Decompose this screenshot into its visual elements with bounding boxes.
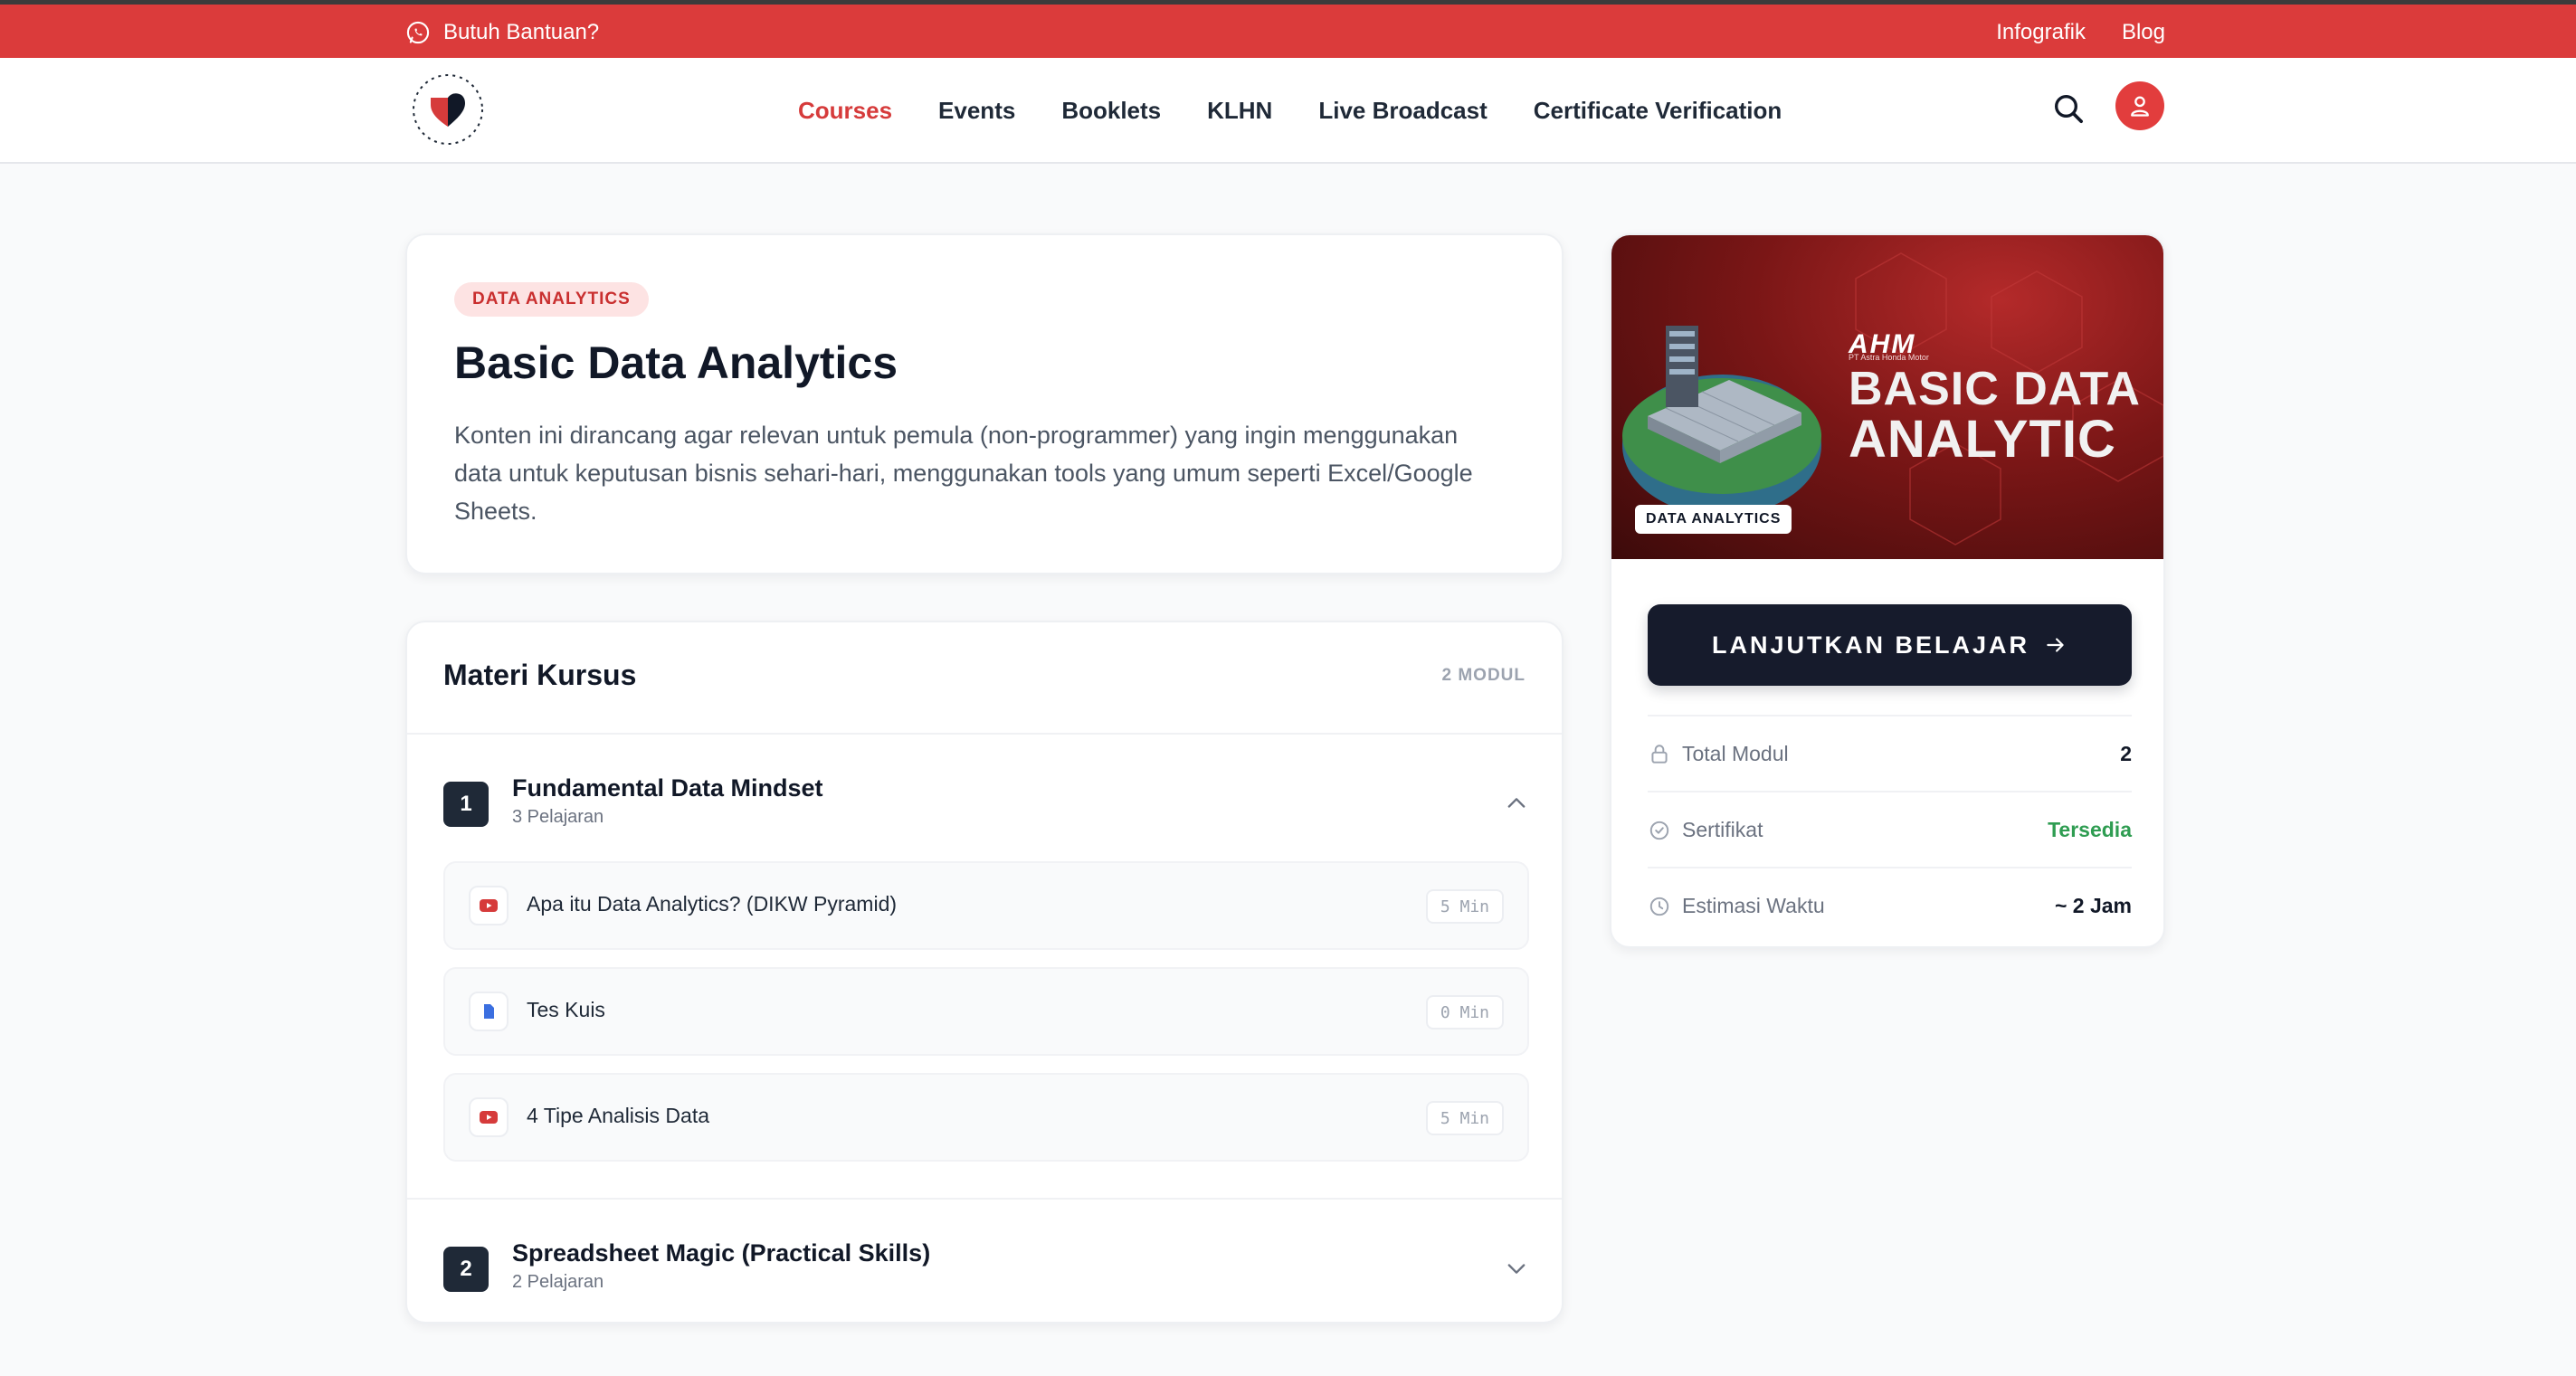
nav-menu: Courses Events Booklets KLHN Live Broadc… <box>798 90 1782 130</box>
info-label: Estimasi Waktu <box>1682 894 1825 917</box>
lesson-title: 4 Tipe Analisis Data <box>527 1104 710 1127</box>
link-blog[interactable]: Blog <box>2122 20 2165 45</box>
module-number: 2 <box>443 1247 489 1292</box>
info-label: Sertifikat <box>1682 818 1763 841</box>
arrow-right-icon <box>2047 638 2064 652</box>
module-divider <box>407 1198 1562 1200</box>
info-label: Total Modul <box>1682 742 1789 765</box>
help-link[interactable]: Butuh Bantuan? <box>405 17 599 48</box>
logo-emblem-icon <box>413 74 483 145</box>
top-bar: Butuh Bantuan? Infografik Blog <box>0 0 2576 58</box>
certificate-check-icon <box>1649 821 1669 840</box>
lesson-duration: 0 Min <box>1425 995 1504 1030</box>
module-title: Spreadsheet Magic (Practical Skills) <box>512 1239 931 1267</box>
course-title: Basic Data Analytics <box>454 337 898 388</box>
link-infografik[interactable]: Infografik <box>1996 20 2086 45</box>
nav-klhn[interactable]: KLHN <box>1207 97 1272 125</box>
module-title: Fundamental Data Mindset <box>512 774 823 802</box>
course-banner: AHM PT Astra Honda Motor BASIC DATA ANAL… <box>1611 235 2163 559</box>
lesson-title: Apa itu Data Analytics? (DIKW Pyramid) <box>527 892 898 916</box>
module-number: 1 <box>443 782 489 827</box>
banner-line-1: BASIC DATA <box>1849 363 2141 415</box>
info-total-modul: Total Modul 2 <box>1648 715 2132 791</box>
lesson-duration: 5 Min <box>1425 889 1504 924</box>
info-value: ~ 2 Jam <box>2054 894 2132 917</box>
course-materials-card: Materi Kursus 2 MODUL 1 Fundamental Data… <box>405 621 1564 1324</box>
lesson-duration: 5 Min <box>1425 1101 1504 1135</box>
search-icon <box>2055 95 2083 124</box>
lesson-item[interactable]: Apa itu Data Analytics? (DIKW Pyramid) 5… <box>443 861 1529 950</box>
info-sertifikat: Sertifikat Tersedia <box>1648 791 2132 867</box>
course-hero-card: DATA ANALYTICS Basic Data Analytics Kont… <box>405 233 1564 574</box>
banner-brand-sub: PT Astra Honda Motor <box>1849 353 1929 362</box>
clock-icon <box>1649 897 1669 916</box>
nav-booklets[interactable]: Booklets <box>1061 97 1161 125</box>
lesson-item[interactable]: 4 Tipe Analisis Data 5 Min <box>443 1073 1529 1162</box>
site-logo[interactable] <box>409 71 487 148</box>
course-description: Konten ini dirancang agar relevan untuk … <box>454 422 1473 525</box>
whatsapp-icon <box>406 21 430 44</box>
chevron-down-icon <box>1507 1264 1526 1274</box>
cta-label: LANJUTKAN BELAJAR <box>1711 631 2029 659</box>
nav-certificate-verification[interactable]: Certificate Verification <box>1534 97 1782 125</box>
youtube-icon <box>480 1111 498 1124</box>
lesson-item[interactable]: Tes Kuis 0 Min <box>443 967 1529 1056</box>
course-summary-card: AHM PT Astra Honda Motor BASIC DATA ANAL… <box>1610 233 2165 948</box>
banner-line-2: ANALYTIC <box>1849 410 2116 469</box>
info-value: 2 <box>2120 742 2132 765</box>
youtube-icon <box>480 899 498 912</box>
user-icon <box>2131 96 2149 117</box>
module-header-2[interactable]: 2 Spreadsheet Magic (Practical Skills) 2… <box>443 1236 1529 1299</box>
chevron-up-icon <box>1507 798 1526 808</box>
nav-events[interactable]: Events <box>938 97 1015 125</box>
module-count: 2 MODUL <box>1441 666 1526 685</box>
info-estimasi-waktu: Estimasi Waktu ~ 2 Jam <box>1648 867 2132 943</box>
top-links: Infografik Blog <box>1996 17 2165 48</box>
nav-courses[interactable]: Courses <box>798 97 892 125</box>
materials-title: Materi Kursus <box>443 659 637 691</box>
help-label: Butuh Bantuan? <box>443 20 600 44</box>
category-badge: DATA ANALYTICS <box>454 282 649 317</box>
banner-category-badge: DATA ANALYTICS <box>1635 505 1792 534</box>
module-lesson-count: 3 Pelajaran <box>512 807 604 827</box>
info-value: Tersedia <box>2048 818 2132 841</box>
lesson-title: Tes Kuis <box>527 998 605 1021</box>
search-button[interactable] <box>2050 90 2086 127</box>
document-icon <box>484 1004 494 1019</box>
lock-icon <box>1651 745 1668 764</box>
main-navbar: Courses Events Booklets KLHN Live Broadc… <box>0 58 2576 164</box>
nav-live-broadcast[interactable]: Live Broadcast <box>1318 97 1487 125</box>
user-avatar-button[interactable] <box>2115 81 2164 130</box>
module-header-1[interactable]: 1 Fundamental Data Mindset 3 Pelajaran <box>443 771 1529 834</box>
module-lesson-count: 2 Pelajaran <box>512 1272 604 1292</box>
continue-learning-button[interactable]: LANJUTKAN BELAJAR <box>1648 604 2132 686</box>
materials-header: Materi Kursus 2 MODUL <box>407 622 1562 735</box>
